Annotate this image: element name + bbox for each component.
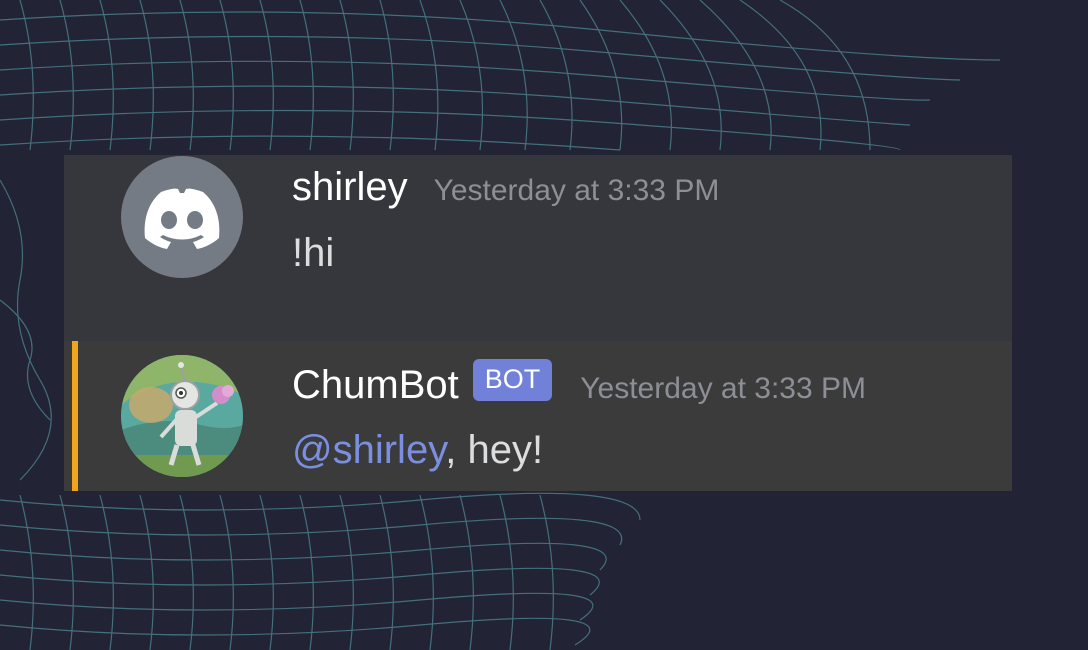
timestamp[interactable]: Yesterday at 3:33 PM — [434, 165, 720, 217]
avatar-shirley[interactable] — [121, 156, 243, 278]
username[interactable]: shirley — [292, 161, 408, 213]
robot-cartoon-avatar — [121, 355, 243, 477]
username[interactable]: ChumBot — [292, 359, 459, 411]
message-content: @shirley, hey! — [292, 424, 543, 476]
message-shirley[interactable]: shirley Yesterday at 3:33 PM !hi — [64, 155, 1012, 341]
message-text: , hey! — [445, 428, 544, 472]
user-mention[interactable]: @shirley — [292, 428, 445, 472]
message-header: shirley Yesterday at 3:33 PM — [292, 161, 719, 217]
message-text: !hi — [292, 231, 335, 275]
message-header: ChumBot BOT Yesterday at 3:33 PM — [292, 359, 866, 415]
discord-logo-icon — [144, 188, 220, 249]
mention-highlight-bar — [72, 341, 78, 491]
chat-messages: shirley Yesterday at 3:33 PM !hi ChumBot… — [64, 155, 1012, 491]
timestamp[interactable]: Yesterday at 3:33 PM — [580, 363, 866, 415]
bot-badge: BOT — [472, 359, 553, 401]
avatar-chumbot[interactable] — [121, 355, 243, 477]
message-chumbot[interactable]: ChumBot BOT Yesterday at 3:33 PM @shirle… — [64, 341, 1012, 491]
message-content: !hi — [292, 227, 334, 279]
